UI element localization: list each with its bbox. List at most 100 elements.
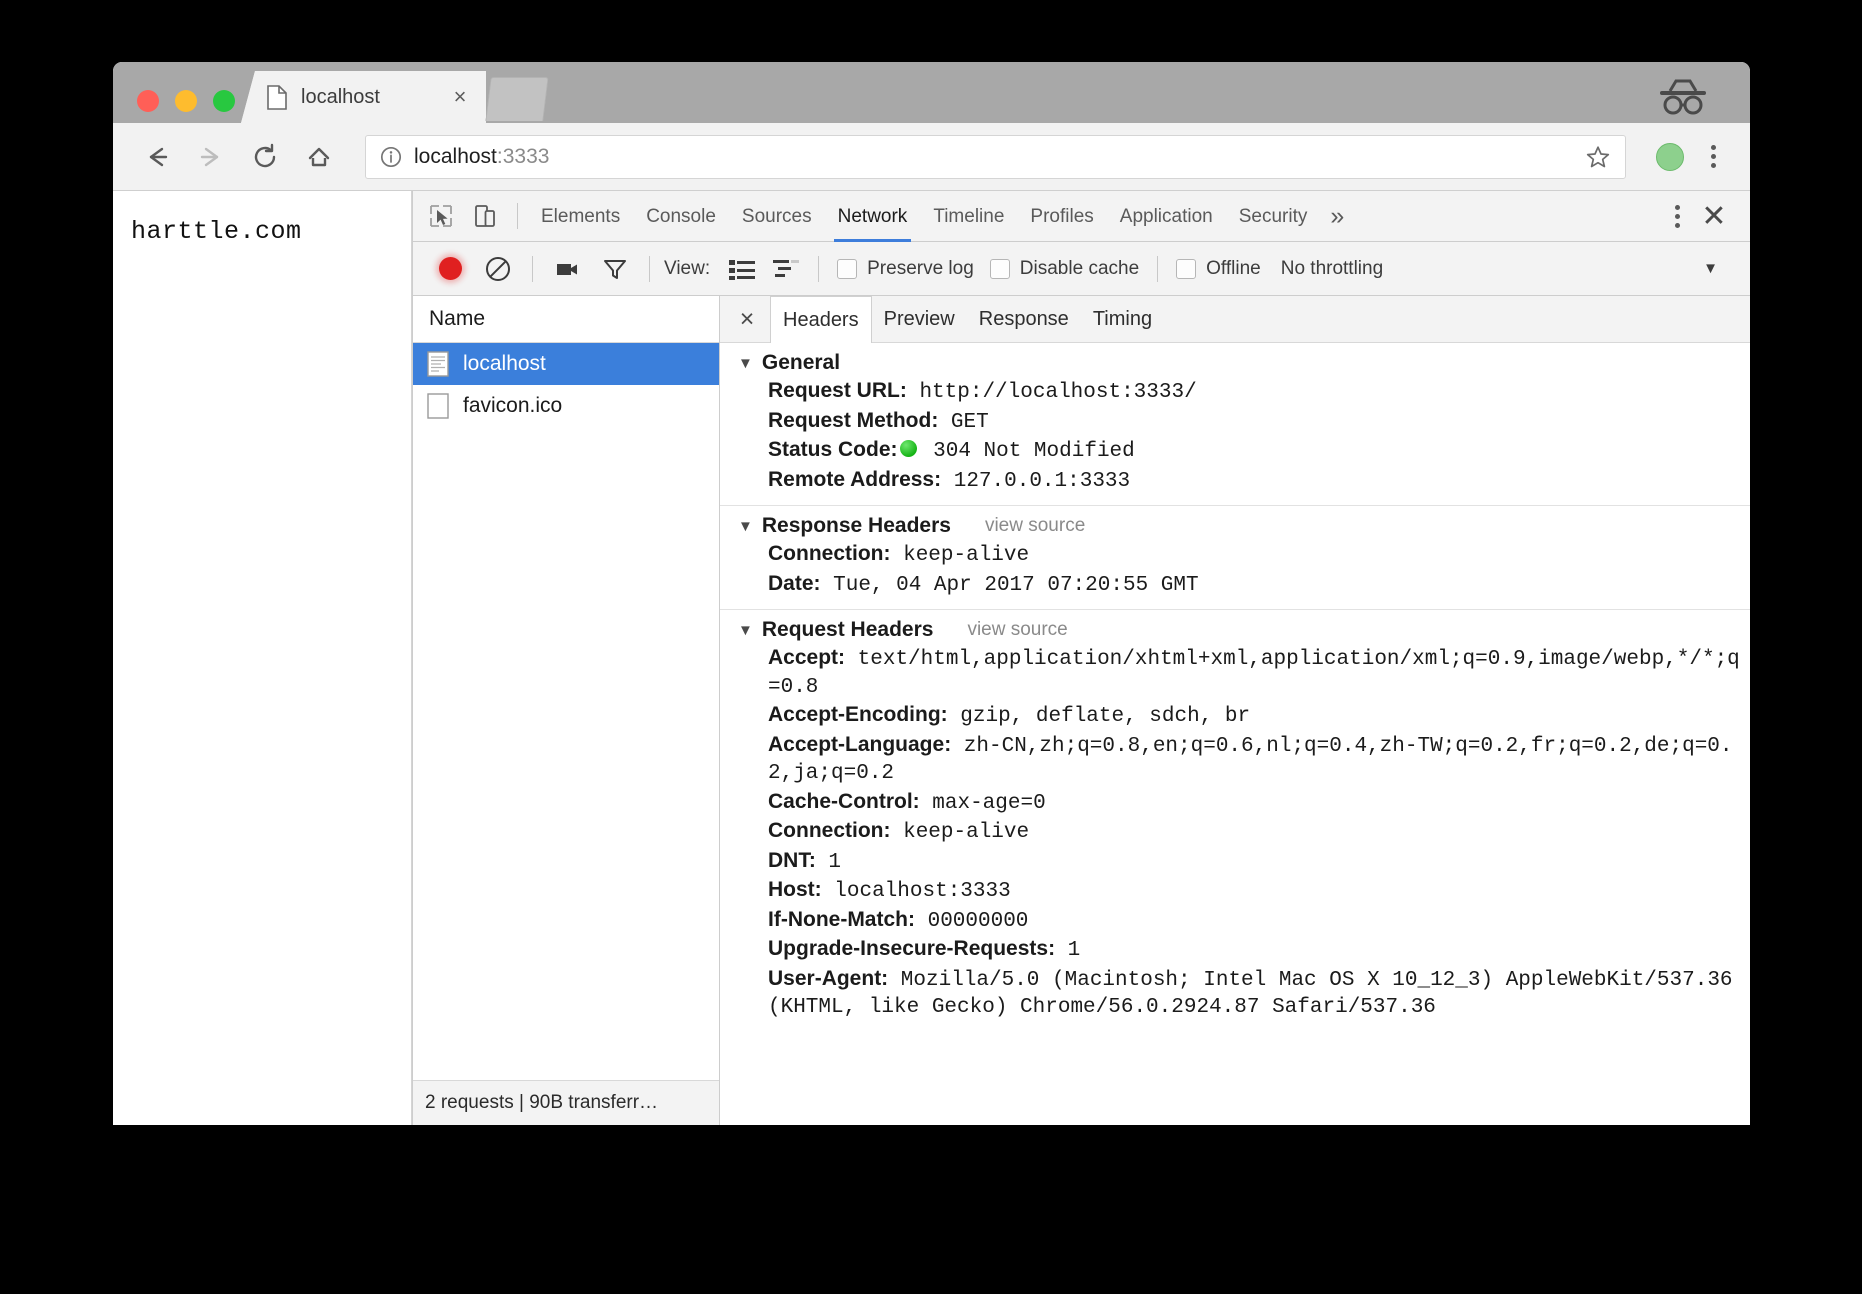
header-key: Date: (768, 572, 821, 595)
profile-avatar[interactable] (1656, 143, 1684, 171)
close-details-icon[interactable]: × (730, 305, 764, 334)
close-icon[interactable]: × (448, 85, 472, 109)
request-row-localhost[interactable]: localhost (413, 343, 719, 385)
header-row: Accept-Language: zh-CN,zh;q=0.8,en;q=0.6… (720, 731, 1750, 788)
headers-section-request: ▼ Request Headers view source Accept: te… (720, 610, 1750, 1032)
details-tabbar: × Headers Preview Response Timing (720, 296, 1750, 343)
request-row-favicon[interactable]: favicon.ico (413, 385, 719, 427)
devtools-tab-elements[interactable]: Elements (528, 191, 633, 242)
triangle-down-icon[interactable]: ▼ (738, 355, 753, 372)
network-summary-status: 2 requests | 90B transferr… (413, 1080, 719, 1125)
section-title[interactable]: ▼ Request Headers view source (720, 618, 1750, 642)
address-bar[interactable]: localhost:3333 (365, 135, 1626, 179)
section-title[interactable]: ▼ Response Headers view source (720, 514, 1750, 538)
details-tab-timing[interactable]: Timing (1081, 299, 1164, 339)
record-button[interactable] (439, 257, 462, 280)
request-name: favicon.ico (463, 394, 562, 418)
devtools-tab-sources[interactable]: Sources (729, 191, 825, 242)
offline-checkbox[interactable]: Offline (1176, 258, 1261, 280)
section-title-label: General (762, 351, 840, 375)
requests-rows: localhost favicon.ico (413, 343, 719, 1080)
header-value: gzip, deflate, sdch, br (948, 705, 1250, 728)
header-row: Remote Address: 127.0.0.1:3333 (720, 466, 1750, 496)
header-key: Connection: (768, 819, 890, 842)
requests-column-header-name[interactable]: Name (413, 296, 719, 343)
checkbox-box[interactable] (1176, 259, 1196, 279)
header-value: GET (938, 411, 988, 434)
network-filter-bar: View: Preserve log Disable cache (413, 242, 1750, 296)
header-row: Connection: keep-alive (720, 817, 1750, 847)
triangle-down-icon[interactable]: ▼ (738, 622, 753, 639)
inspect-element-icon[interactable] (421, 196, 461, 236)
filter-icon[interactable] (598, 252, 632, 286)
header-value: keep-alive (890, 821, 1029, 844)
more-tabs-icon[interactable]: » (1320, 191, 1354, 242)
header-value: localhost:3333 (822, 880, 1011, 903)
page-heading: harttle.com (131, 217, 411, 246)
content-row: harttle.com Elements (113, 191, 1750, 1125)
url-port: :3333 (497, 145, 550, 168)
new-tab-button[interactable] (485, 77, 548, 121)
details-tab-headers[interactable]: Headers (770, 296, 872, 343)
header-key: If-None-Match: (768, 908, 915, 931)
close-window-button[interactable] (137, 90, 159, 112)
header-key: Accept-Encoding: (768, 703, 948, 726)
details-tab-response[interactable]: Response (967, 299, 1081, 339)
header-key: Accept: (768, 646, 845, 669)
devtools-panel: Elements Console Sources Network Timelin… (412, 191, 1750, 1125)
page-icon (267, 85, 287, 110)
devtools-tab-network[interactable]: Network (825, 191, 921, 242)
devtools-tab-profiles[interactable]: Profiles (1017, 191, 1106, 242)
divider (649, 256, 650, 282)
header-row: Accept-Encoding: gzip, deflate, sdch, br (720, 701, 1750, 731)
bookmark-star-icon[interactable] (1585, 144, 1611, 170)
forward-arrow-icon[interactable] (189, 135, 233, 179)
header-value: max-age=0 (920, 792, 1046, 815)
page-info-icon[interactable] (380, 146, 402, 168)
throttling-select[interactable]: No throttling (1281, 258, 1383, 280)
devtools-tab-application[interactable]: Application (1107, 191, 1226, 242)
header-key: Connection: (768, 542, 890, 565)
devtools-tab-security[interactable]: Security (1226, 191, 1321, 242)
checkbox-box[interactable] (990, 259, 1010, 279)
header-row: Connection: keep-alive (720, 540, 1750, 570)
divider (532, 256, 533, 282)
disable-cache-checkbox[interactable]: Disable cache (990, 258, 1139, 280)
triangle-down-icon[interactable]: ▼ (738, 518, 753, 535)
header-row: Accept: text/html,application/xhtml+xml,… (720, 644, 1750, 701)
timeline-view-icon[interactable] (773, 258, 799, 280)
view-label: View: (664, 258, 710, 280)
devtools-tab-timeline[interactable]: Timeline (920, 191, 1017, 242)
details-tab-preview[interactable]: Preview (872, 299, 967, 339)
header-key: Status Code: (768, 438, 898, 461)
clear-icon[interactable] (481, 252, 515, 286)
reload-icon[interactable] (243, 135, 287, 179)
chevron-down-icon[interactable]: ▼ (1703, 260, 1738, 277)
incognito-icon (1656, 78, 1710, 116)
header-key: Host: (768, 878, 822, 901)
section-title[interactable]: ▼ General (720, 351, 1750, 375)
close-devtools-icon[interactable]: ✕ (1692, 191, 1736, 242)
capture-screenshots-icon[interactable] (550, 252, 584, 286)
window-traffic-lights (137, 90, 235, 112)
chrome-menu-icon[interactable] (1698, 139, 1728, 175)
toggle-device-toolbar-icon[interactable] (465, 196, 505, 236)
header-key: Upgrade-Insecure-Requests: (768, 937, 1055, 960)
view-source-link[interactable]: view source (985, 515, 1085, 537)
section-title-label: Response Headers (762, 514, 951, 538)
browser-tab-localhost[interactable]: localhost × (241, 71, 486, 123)
header-key: Request URL: (768, 379, 907, 402)
devtools-tabbar-right: ✕ (1648, 191, 1744, 242)
devtools-tab-console[interactable]: Console (633, 191, 729, 242)
header-key: Remote Address: (768, 468, 941, 491)
headers-section-response: ▼ Response Headers view source Connectio… (720, 506, 1750, 610)
preserve-log-checkbox[interactable]: Preserve log (837, 258, 974, 280)
view-source-link[interactable]: view source (967, 619, 1067, 641)
devtools-menu-icon[interactable] (1662, 198, 1692, 234)
back-arrow-icon[interactable] (135, 135, 179, 179)
zoom-window-button[interactable] (213, 90, 235, 112)
minimize-window-button[interactable] (175, 90, 197, 112)
home-icon[interactable] (297, 135, 341, 179)
list-view-icon[interactable] (729, 258, 755, 280)
checkbox-box[interactable] (837, 259, 857, 279)
